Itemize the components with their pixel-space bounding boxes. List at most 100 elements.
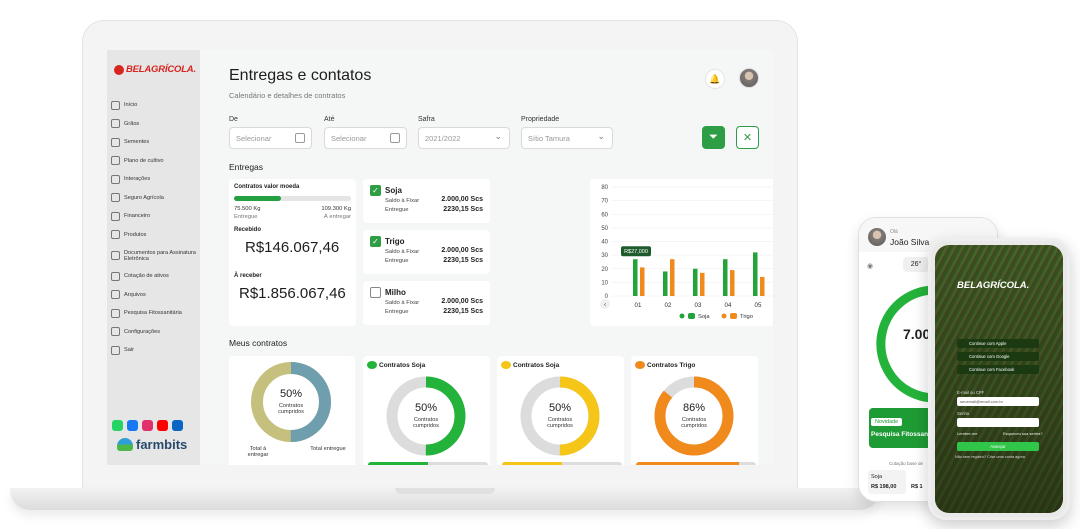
donut-progress-strip [502,462,622,465]
filter-safra-select[interactable]: 2021/2022 ⌄ [418,127,510,149]
crop-card-soja[interactable]: ✓ Soja Saldo à Fixar Entregue 2.000,00 S… [363,179,490,223]
home-icon [111,100,120,110]
phone-login-mockup: BELAGRÍCOLA. Continue com Apple Continue… [928,238,1070,520]
email-input[interactable]: seuemail@email.com.br [957,397,1039,406]
filter-to-placeholder: Selecionar [331,134,367,143]
wallet-icon [111,211,120,221]
soy-yellow-icon [501,361,511,369]
bar-trigo [670,259,675,296]
sidebar-item-seguro-agricola[interactable]: Seguro Agrícola [111,189,199,208]
receivable-value: R$1.856.067,46 [239,285,346,302]
bar-trigo [760,276,765,296]
youtube-icon[interactable] [157,420,168,431]
x-tick-label: 04 [725,302,732,309]
trigo-checkbox[interactable]: ✓ [370,236,381,247]
temperature: 26° [903,257,929,272]
donut-progress-strip [368,462,488,465]
sidebar-item-graos[interactable]: Grãos [111,115,199,134]
sidebar-item-plano-de-cultivo[interactable]: Plano de cultivo [111,152,199,171]
clipboard-icon [111,308,120,318]
location-icon [111,174,120,184]
y-tick-label: 70 [601,199,608,205]
remember-checkbox[interactable]: Lembre-me [957,431,977,436]
filter-propriedade-select[interactable]: Sítio Tamura ⌄ [521,127,613,149]
sidebar-item-produtos[interactable]: Produtos [111,226,199,245]
calendar-icon [390,133,400,143]
pending-label: À entregar [323,214,351,220]
facebook-login-label: Continue com Facebook [969,367,1015,372]
crop-card-milho[interactable]: Milho Saldo à Fixar Entregue 2.000,00 Sc… [363,281,490,325]
avatar[interactable] [739,68,759,88]
whatsapp-icon[interactable] [112,420,123,431]
sidebar-item-label: Financeiro [124,213,151,220]
brand-logo[interactable]: BELAGRÍCOLA. [114,64,196,75]
filter-button[interactable]: ⏷ [702,126,725,149]
instagram-icon[interactable] [142,420,153,431]
sidebar-item-documentos[interactable]: Documentos para Assinatura Eletrônica [111,244,199,267]
delivered-kg: 75.500 Kg [234,206,261,212]
facebook-icon[interactable] [127,420,138,431]
login-screen: BELAGRÍCOLA. Continue com Apple Continue… [935,245,1063,513]
belagricola-logo-icon [114,64,124,75]
close-icon: ✕ [742,132,753,144]
apple-login-button[interactable]: Continue com Apple [957,339,1039,348]
soja-checkbox[interactable]: ✓ [370,185,381,196]
clear-filters-button[interactable]: ✕ [736,126,759,149]
filter-to-input[interactable]: Selecionar [324,127,407,149]
box-icon [111,230,120,240]
sidebar-item-interacoes[interactable]: Interações [111,170,199,189]
bar-trigo [640,267,645,296]
filter-safra-value: 2021/2022 [425,134,461,143]
soja-label: Soja [871,474,883,480]
donut-caption: Contratos cumpridos [547,417,573,429]
farmbits-logo-icon [117,438,133,451]
donut-title: Contratos Trigo [647,362,696,369]
document-icon [111,251,120,260]
greeting: Olá [890,229,898,235]
filter-from-input[interactable]: Selecionar [229,127,312,149]
sidebar-item-arquivos[interactable]: Arquivos [111,286,199,305]
avatar[interactable] [868,228,886,246]
brand-logo: BELAGRÍCOLA. [957,280,1030,291]
notification-bell-icon[interactable]: 🔔 [705,69,725,89]
register-link[interactable]: Não sem registro? Criar uma conta agora [955,455,1025,459]
wheat-icon [635,361,645,369]
x-tick-label: 03 [695,302,702,309]
main-content: Entregas e contatos Calendário e detalhe… [200,50,773,465]
forgot-password-link[interactable]: Esqueceu sua senha? [1003,431,1043,436]
sidebar-item-configuracoes[interactable]: Configurações [111,323,199,342]
apple-login-label: Continue com Apple [969,341,1007,346]
sidebar-item-cotacao[interactable]: Cotação de ativos [111,267,199,286]
brand-name: BELAGRÍCOLA. [126,64,196,75]
donut-caption: Contratos cumpridos [681,417,707,429]
y-tick-label: 10 [601,280,608,286]
linkedin-icon[interactable] [172,420,183,431]
sidebar-item-inicio[interactable]: Início [111,96,199,115]
folder-icon [111,290,120,300]
logout-icon [111,345,120,355]
password-input[interactable] [957,418,1039,427]
legend-marker [679,313,685,319]
sidebar-item-sair[interactable]: Sair [111,341,199,360]
filter-safra-label: Safra [418,116,435,123]
donut-caption: Contratos cumpridos [413,417,439,429]
milho-checkbox[interactable] [370,287,381,298]
submit-button[interactable]: Avançar [957,442,1039,451]
facebook-login-button[interactable]: Continue com Facebook [957,365,1039,374]
remember-label: Lembre-me [957,431,978,436]
sidebar-item-pesquisa[interactable]: Pesquisa Fitossanitária [111,304,199,323]
eye-icon[interactable]: ◉ [867,262,873,270]
contracts-soja-yellow-card: Contratos Soja 50% Contratos cumpridos [497,356,624,465]
google-login-button[interactable]: Continue com Google [957,352,1039,361]
filter-propriedade-value: Sítio Tamura [528,134,570,143]
sidebar-nav: Início Grãos Sementes Plano de cultivo I… [111,96,199,360]
big-value: 7.00 [903,326,931,342]
sidebar-item-label: Configurações [124,328,161,335]
crop-card-trigo[interactable]: ✓ Trigo Saldo à Fixar Entregue 2.000,00 … [363,230,490,274]
user-name: João Silva [890,237,930,247]
legend-marker [721,313,727,319]
sidebar-item-financeiro[interactable]: Financeiro [111,207,199,226]
google-login-label: Continue com Google [969,354,1010,359]
novidade-badge: Novidade [871,418,903,426]
sidebar-item-sementes[interactable]: Sementes [111,133,199,152]
